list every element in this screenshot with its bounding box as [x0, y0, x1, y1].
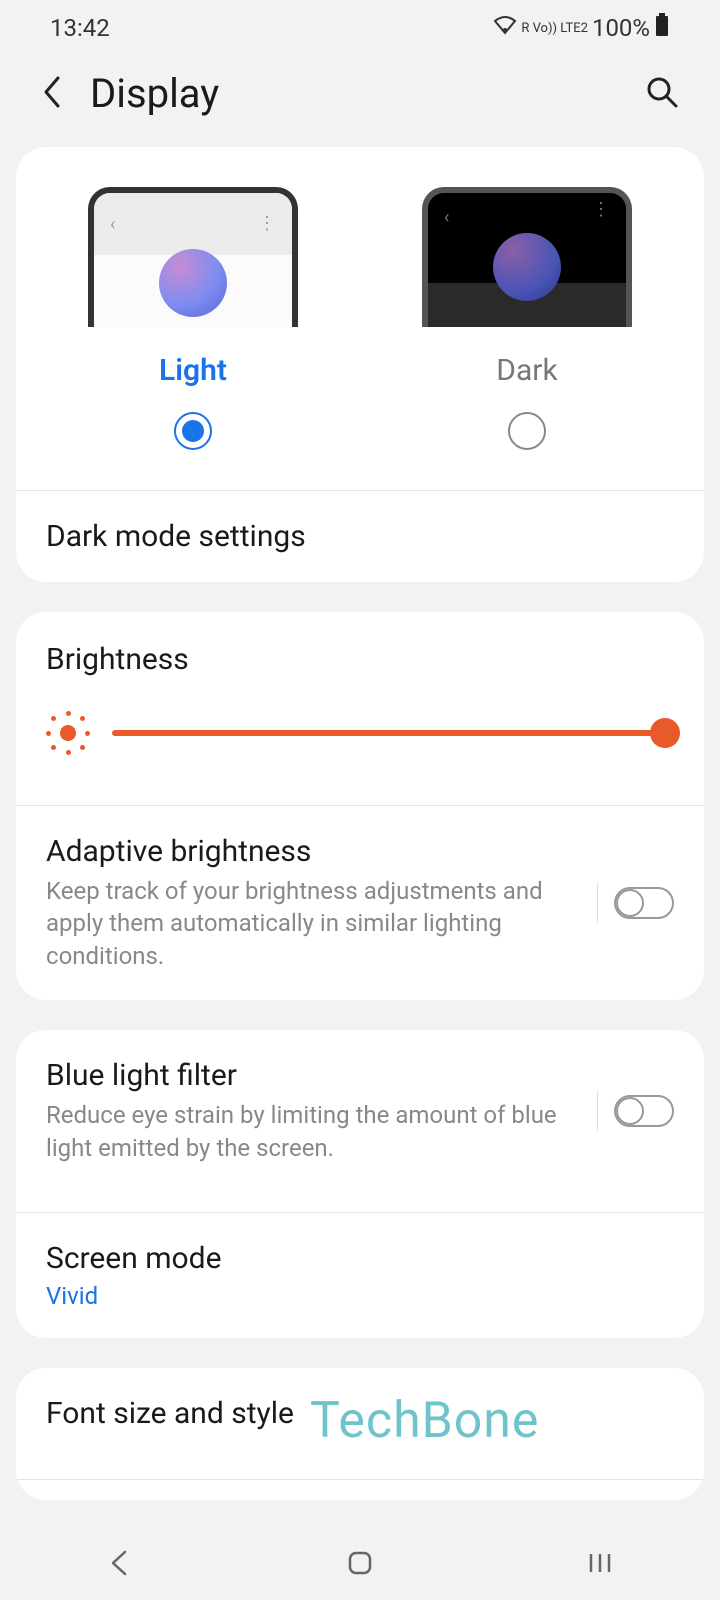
- page-header: Display: [0, 52, 720, 147]
- blue-light-title: Blue light filter: [46, 1058, 581, 1093]
- screen-mode-title: Screen mode: [46, 1241, 674, 1276]
- separator: [597, 1091, 598, 1131]
- navigation-bar: [0, 1530, 720, 1600]
- blue-light-desc: Reduce eye strain by limiting the amount…: [46, 1099, 581, 1164]
- adaptive-brightness-desc: Keep track of your brightness adjustment…: [46, 875, 581, 972]
- screen-mode-row[interactable]: Screen mode Vivid: [16, 1213, 704, 1338]
- brightness-card: Brightness Adaptive brightness Keep trac…: [16, 612, 704, 1000]
- radio-dark[interactable]: [508, 412, 546, 450]
- dark-preview: ‹⋮: [422, 187, 632, 327]
- blue-light-filter-row[interactable]: Blue light filter Reduce eye strain by l…: [16, 1030, 704, 1192]
- separator: [597, 883, 598, 923]
- partial-row: [16, 1480, 704, 1500]
- adaptive-brightness-toggle[interactable]: [614, 887, 674, 919]
- status-indicators: R Vo)) LTE2 100%: [493, 12, 670, 44]
- status-time: 13:42: [50, 14, 110, 42]
- battery-icon: [654, 12, 670, 44]
- brightness-icon: [46, 711, 90, 755]
- theme-option-dark[interactable]: ‹⋮ Dark: [380, 187, 674, 450]
- signal-text: R Vo)) LTE2: [521, 22, 588, 35]
- brightness-title: Brightness: [46, 642, 674, 677]
- status-bar: 13:42 R Vo)) LTE2 100%: [0, 0, 720, 52]
- watermark: TechBone: [310, 1392, 539, 1450]
- adaptive-brightness-row[interactable]: Adaptive brightness Keep track of your b…: [16, 806, 704, 1000]
- nav-back-icon[interactable]: [105, 1548, 135, 1582]
- nav-home-icon[interactable]: [345, 1548, 375, 1582]
- radio-light[interactable]: [174, 412, 212, 450]
- back-icon[interactable]: [40, 74, 64, 114]
- brightness-slider[interactable]: [112, 730, 674, 736]
- theme-card: ‹⋮ Light ‹⋮ Dark Dark mode settings: [16, 147, 704, 582]
- adaptive-brightness-title: Adaptive brightness: [46, 834, 581, 869]
- dark-mode-settings-label: Dark mode settings: [46, 519, 674, 554]
- blue-light-toggle[interactable]: [614, 1095, 674, 1127]
- display-options-card: Blue light filter Reduce eye strain by l…: [16, 1030, 704, 1338]
- nav-recents-icon[interactable]: [585, 1548, 615, 1582]
- battery-percent: 100%: [592, 14, 650, 42]
- theme-label-light: Light: [159, 353, 227, 388]
- wifi-icon: [493, 15, 517, 41]
- theme-option-light[interactable]: ‹⋮ Light: [46, 187, 340, 450]
- brightness-section: Brightness: [16, 612, 704, 785]
- screen-mode-value: Vivid: [46, 1282, 674, 1310]
- page-title: Display: [90, 70, 219, 117]
- light-preview: ‹⋮: [88, 187, 298, 327]
- brightness-slider-thumb[interactable]: [650, 718, 680, 748]
- theme-label-dark: Dark: [496, 353, 557, 388]
- dark-mode-settings-row[interactable]: Dark mode settings: [16, 491, 704, 582]
- search-icon[interactable]: [644, 74, 680, 114]
